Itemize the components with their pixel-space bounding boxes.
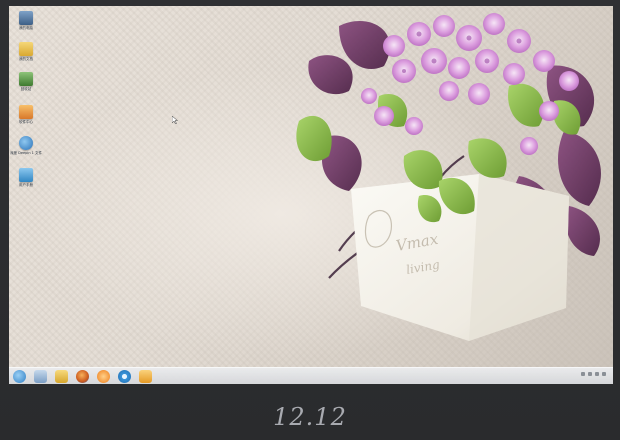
firefox-button[interactable]	[76, 369, 89, 383]
volume-icon[interactable]	[588, 372, 592, 376]
deepin-logo-icon	[19, 136, 33, 150]
software-center-icon	[19, 105, 33, 119]
desktop-icon-label: 深度 Deepin 1 文件	[10, 151, 42, 155]
recycle-bin-icon	[19, 72, 33, 86]
desktop-icon-label: 回收站	[20, 87, 32, 91]
desktop-icon-recycle-bin[interactable]: 回收站	[12, 72, 40, 91]
start-menu-button[interactable]	[13, 369, 26, 383]
photo-caption: 12.12	[273, 403, 347, 431]
system-tray	[581, 372, 609, 376]
folder-icon	[19, 42, 33, 56]
network-icon[interactable]	[581, 372, 585, 376]
desktop-screen: Vmax living 我的电脑 我的文档 回收站 软件中心 深度 Deepin…	[9, 6, 613, 384]
desktop-icon-label: 我的电脑	[19, 26, 33, 30]
computer-icon	[19, 11, 33, 25]
input-method-icon[interactable]	[595, 372, 599, 376]
desktop-icon-user-guide[interactable]: 用户手册	[12, 168, 40, 187]
desktop-icon-computer[interactable]: 我的电脑	[12, 11, 40, 30]
mouse-cursor-icon	[172, 116, 178, 124]
taskbar	[9, 367, 613, 384]
file-manager-button[interactable]	[34, 369, 47, 383]
software-center-taskbar-button[interactable]	[139, 369, 152, 383]
desktop-icon-deepin[interactable]: 深度 Deepin 1 文件	[10, 136, 42, 155]
user-guide-icon	[19, 168, 33, 182]
photo-frame: Vmax living 我的电脑 我的文档 回收站 软件中心 深度 Deepin…	[0, 0, 620, 440]
folder-taskbar-button[interactable]	[55, 369, 68, 383]
desktop-icon-software-center[interactable]: 软件中心	[12, 105, 40, 124]
desktop-icon-label: 用户手册	[19, 183, 33, 187]
notification-icon[interactable]	[602, 372, 606, 376]
desktop-icon-label: 我的文档	[19, 57, 33, 61]
desktop-icon-label: 软件中心	[19, 120, 33, 124]
flower-cluster	[361, 13, 579, 155]
flower-vase-wallpaper: Vmax living	[296, 13, 601, 341]
browser-button[interactable]	[118, 369, 131, 383]
music-player-button[interactable]	[97, 369, 110, 383]
desktop-icon-documents[interactable]: 我的文档	[12, 42, 40, 61]
